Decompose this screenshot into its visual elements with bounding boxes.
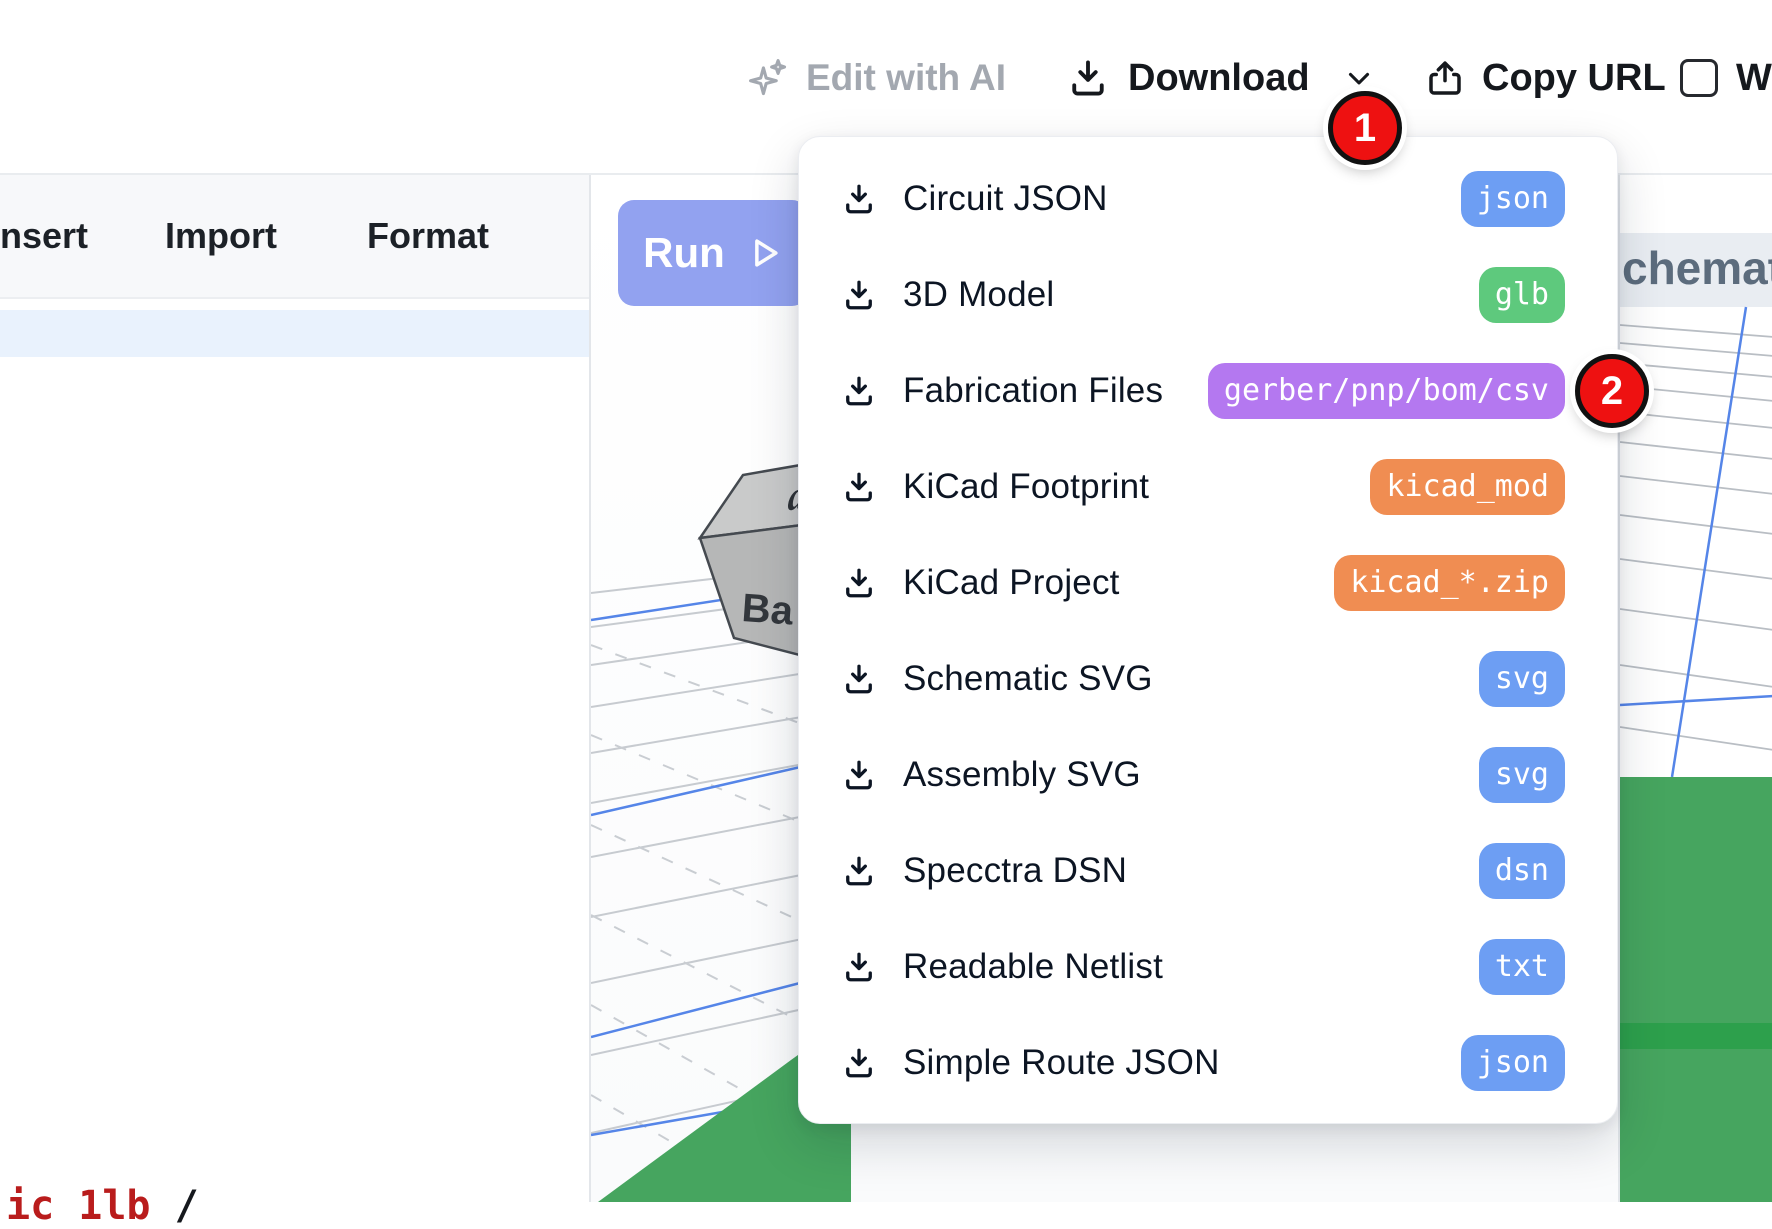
download-menu-item[interactable]: Readable Netlist txt <box>799 919 1617 1015</box>
download-menu-item-label: Circuit JSON <box>903 179 1108 219</box>
run-button[interactable]: Run <box>618 200 808 306</box>
file-format-badge: kicad_mod <box>1370 459 1565 515</box>
pcb-board-right <box>1620 777 1772 1202</box>
edit-with-ai-button[interactable]: Edit with AI <box>746 36 1006 120</box>
menu-item-import[interactable]: Import <box>165 175 277 297</box>
file-format-badge: svg <box>1479 651 1565 707</box>
download-icon <box>841 373 877 409</box>
download-button[interactable]: Download <box>1066 36 1376 120</box>
file-format-badge: svg <box>1479 747 1565 803</box>
download-icon <box>841 661 877 697</box>
download-icon <box>841 757 877 793</box>
code-dark-text: / <box>175 1183 199 1229</box>
editor-code-fragment: ic 1lb / <box>6 1183 199 1229</box>
annotation-step-2: 2 <box>1575 354 1649 428</box>
download-menu-item[interactable]: 3D Model glb <box>799 247 1617 343</box>
download-icon <box>841 277 877 313</box>
editor-menu-bar: nsert Import Format <box>0 175 589 299</box>
code-red-text: ic 1lb <box>6 1183 151 1229</box>
download-menu-item[interactable]: Schematic SVG svg <box>799 631 1617 727</box>
schematic-grid <box>1620 175 1772 777</box>
download-icon <box>1066 56 1110 100</box>
download-icon <box>841 565 877 601</box>
download-menu-item[interactable]: KiCad Project kicad_*.zip <box>799 535 1617 631</box>
download-menu-item-label: Readable Netlist <box>903 947 1163 987</box>
download-icon <box>841 853 877 889</box>
download-menu-item-label: Assembly SVG <box>903 755 1141 795</box>
editor-highlight-row <box>0 310 589 357</box>
download-icon <box>841 469 877 505</box>
code-editor[interactable]: ic 1lb / <box>0 299 589 1202</box>
schematic-pane[interactable]: chemati <box>1618 175 1772 1202</box>
annotation-step-1: 1 <box>1328 91 1402 165</box>
file-format-badge: kicad_*.zip <box>1334 555 1565 611</box>
box-label-front: Ba <box>740 586 795 634</box>
download-menu-item[interactable]: Fabrication Files gerber/pnp/bom/csv <box>799 343 1617 439</box>
run-label: Run <box>643 229 725 277</box>
file-format-badge: gerber/pnp/bom/csv <box>1208 363 1565 419</box>
download-icon <box>841 949 877 985</box>
file-format-badge: dsn <box>1479 843 1565 899</box>
webview-toggle[interactable]: We <box>1680 36 1772 120</box>
download-menu-item-label: Specctra DSN <box>903 851 1127 891</box>
webview-label: We <box>1736 57 1772 100</box>
file-format-badge: glb <box>1479 267 1565 323</box>
webview-checkbox[interactable] <box>1680 59 1718 97</box>
download-menu-item[interactable]: Circuit JSON json <box>799 151 1617 247</box>
file-format-badge: json <box>1461 1035 1565 1091</box>
download-menu-item-label: KiCad Footprint <box>903 467 1149 507</box>
chevron-down-icon <box>1342 61 1376 95</box>
download-dropdown-menu: Circuit JSON json 3D Model glb Fabrication F… <box>798 136 1618 1124</box>
download-icon <box>841 181 877 217</box>
download-menu-item-label: Schematic SVG <box>903 659 1153 699</box>
menu-item-insert[interactable]: nsert <box>0 175 88 297</box>
share-icon <box>1424 57 1466 99</box>
copy-url-button[interactable]: Copy URL <box>1424 36 1666 120</box>
download-menu-item[interactable]: KiCad Footprint kicad_mod <box>799 439 1617 535</box>
download-menu-item-label: KiCad Project <box>903 563 1120 603</box>
file-format-badge: json <box>1461 171 1565 227</box>
pcb-edge-stripe <box>1620 1023 1772 1049</box>
copy-url-label: Copy URL <box>1482 57 1666 100</box>
file-format-badge: txt <box>1479 939 1565 995</box>
sparkles-icon <box>746 56 790 100</box>
download-menu-item[interactable]: Simple Route JSON json <box>799 1015 1617 1111</box>
download-menu-item[interactable]: Specctra DSN dsn <box>799 823 1617 919</box>
play-icon <box>745 234 783 272</box>
download-icon <box>841 1045 877 1081</box>
download-menu-item-label: Simple Route JSON <box>903 1043 1220 1083</box>
download-menu-item-label: 3D Model <box>903 275 1054 315</box>
menu-item-format[interactable]: Format <box>367 175 489 297</box>
download-menu-item[interactable]: Assembly SVG svg <box>799 727 1617 823</box>
edit-with-ai-label: Edit with AI <box>806 57 1006 99</box>
download-menu-item-label: Fabrication Files <box>903 371 1163 411</box>
download-label: Download <box>1128 57 1310 100</box>
